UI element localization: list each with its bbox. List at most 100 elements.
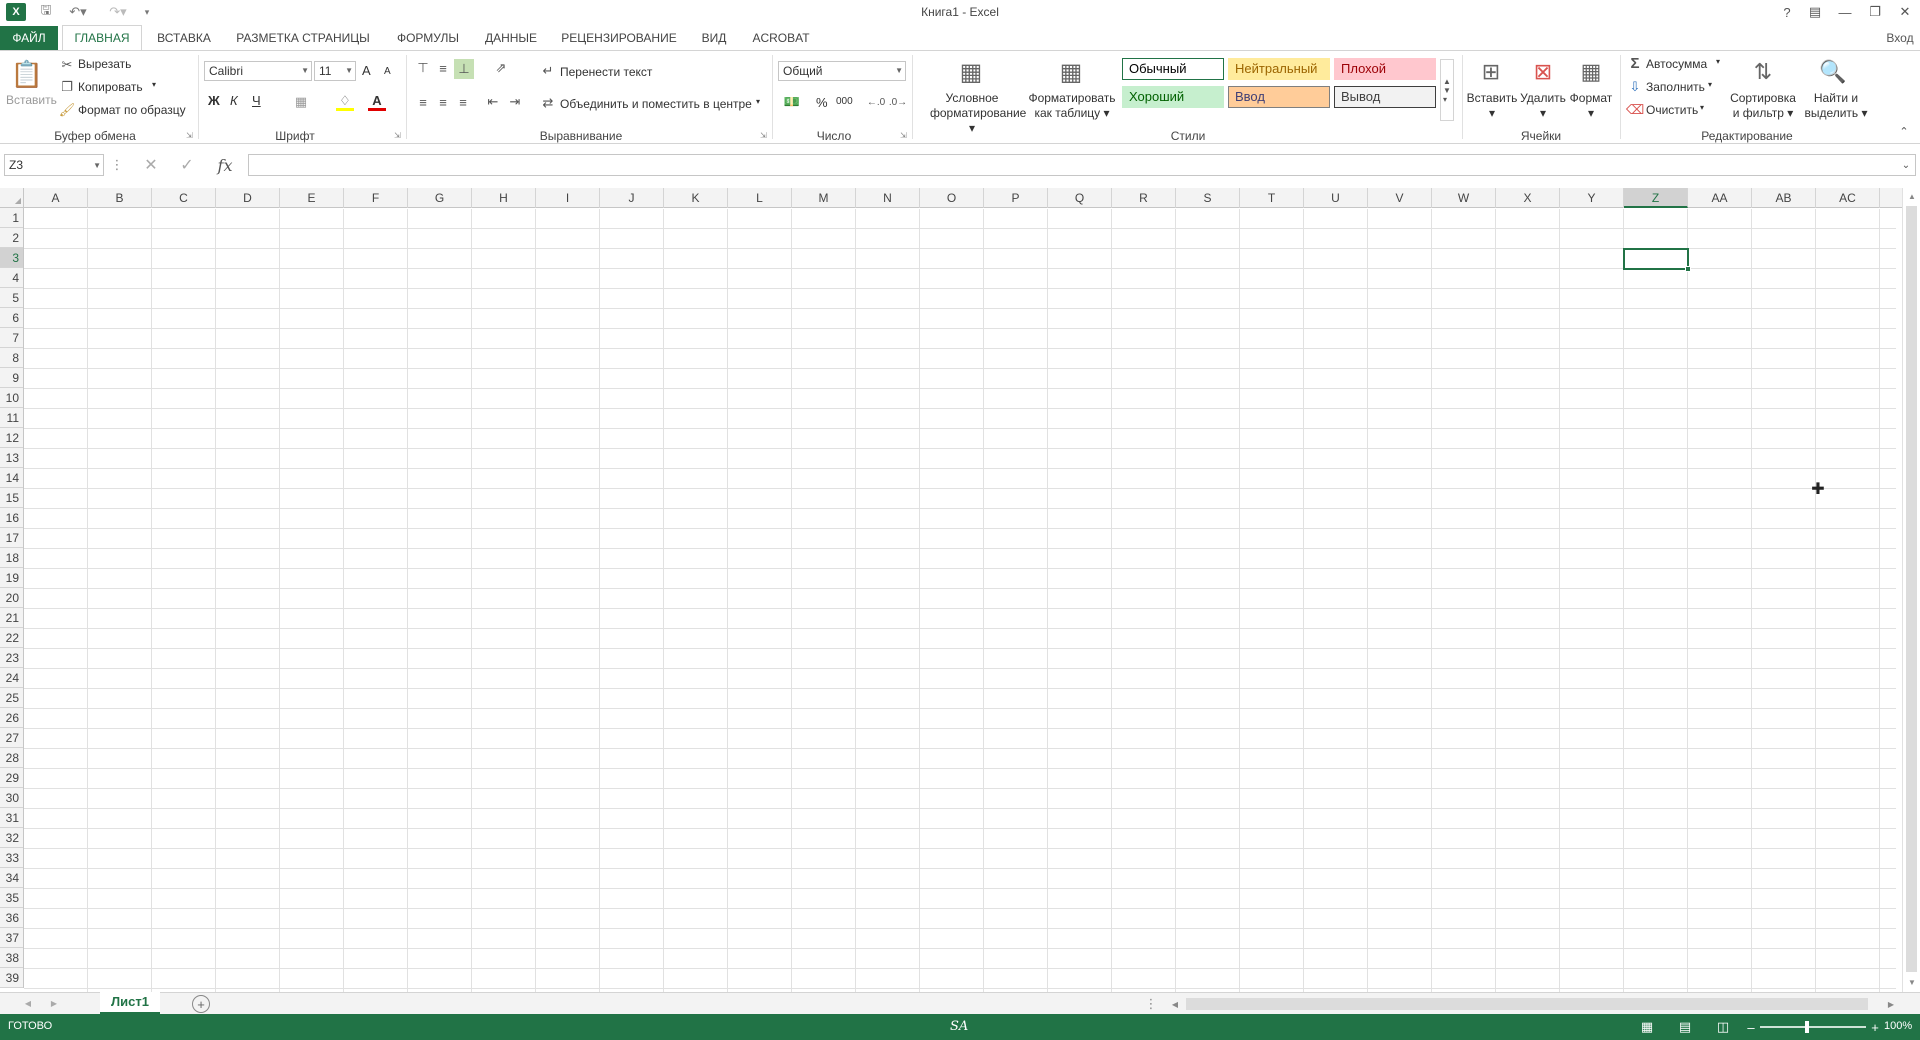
borders-icon[interactable]: ▦ — [292, 93, 310, 111]
vertical-scroll-thumb[interactable] — [1906, 206, 1917, 972]
column-header[interactable]: I — [536, 188, 600, 208]
column-header[interactable]: E — [280, 188, 344, 208]
font-color-icon[interactable]: A — [368, 93, 386, 111]
zoom-level[interactable]: 100% — [1884, 1020, 1912, 1032]
next-sheet-icon[interactable]: ▶ — [48, 996, 60, 1010]
thousands-button[interactable]: 000 — [836, 96, 853, 107]
format-as-table-button[interactable]: Форматировать как таблицу ▾ — [1026, 91, 1118, 121]
align-top-icon[interactable]: ⊤ — [414, 59, 432, 77]
column-header[interactable]: J — [600, 188, 664, 208]
row-header[interactable]: 21 — [0, 608, 23, 628]
sheet-tab-list1[interactable]: Лист1 — [100, 992, 160, 1014]
scroll-left-icon[interactable]: ◀ — [1168, 996, 1182, 1012]
tab-data[interactable]: ДАННЫЕ — [476, 27, 546, 50]
name-box[interactable]: Z3 ▼ — [4, 154, 104, 176]
row-header[interactable]: 16 — [0, 508, 23, 528]
find-select-button[interactable]: Найти и выделить ▾ — [1804, 91, 1868, 121]
scroll-down-icon[interactable]: ▼ — [1905, 976, 1919, 988]
row-header[interactable]: 10 — [0, 388, 23, 408]
row-header[interactable]: 27 — [0, 728, 23, 748]
fill-color-icon[interactable]: ♢ — [336, 93, 354, 111]
italic-button[interactable]: К — [230, 93, 238, 108]
column-header[interactable]: C — [152, 188, 216, 208]
font-launcher-icon[interactable]: ⇲ — [394, 131, 401, 140]
tab-split-grip-icon[interactable]: ⋮ — [1145, 996, 1158, 1012]
column-header[interactable]: Z — [1624, 188, 1688, 208]
merge-dropdown-icon[interactable]: ▾ — [756, 97, 760, 106]
row-header[interactable]: 1 — [0, 208, 23, 228]
cut-button[interactable]: Вырезать — [78, 57, 131, 71]
row-header[interactable]: 29 — [0, 768, 23, 788]
row-header[interactable]: 34 — [0, 868, 23, 888]
alignment-launcher-icon[interactable]: ⇲ — [760, 131, 767, 140]
column-header[interactable]: AB — [1752, 188, 1816, 208]
increase-indent-icon[interactable]: ⇥ — [506, 93, 524, 111]
help-icon[interactable]: ? — [1774, 2, 1800, 22]
row-header[interactable]: 4 — [0, 268, 23, 288]
cell-style-item[interactable]: Ввод — [1228, 86, 1330, 108]
select-all-corner[interactable]: ◢ — [0, 188, 24, 208]
font-size-select[interactable]: 11 ▼ — [314, 61, 356, 81]
fill-dropdown-icon[interactable]: ▾ — [1708, 80, 1712, 89]
scroll-up-icon[interactable]: ▲ — [1905, 190, 1919, 202]
minimize-icon[interactable]: — — [1832, 2, 1858, 22]
orientation-icon[interactable]: ⇗ — [488, 59, 514, 77]
row-header[interactable]: 7 — [0, 328, 23, 348]
row-header[interactable]: 31 — [0, 808, 23, 828]
clipboard-launcher-icon[interactable]: ⇲ — [186, 131, 193, 140]
page-layout-view-icon[interactable]: ▤ — [1676, 1018, 1694, 1036]
column-header[interactable]: Y — [1560, 188, 1624, 208]
align-left-icon[interactable]: ≡ — [414, 93, 432, 111]
fill-handle[interactable] — [1685, 266, 1691, 272]
restore-icon[interactable]: ❐ — [1862, 2, 1888, 22]
ribbon-display-icon[interactable]: ▤ — [1802, 2, 1828, 22]
tab-file[interactable]: ФАЙЛ — [0, 26, 58, 50]
align-center-icon[interactable]: ≡ — [434, 93, 452, 111]
prev-sheet-icon[interactable]: ◀ — [22, 996, 34, 1010]
cell-style-item[interactable]: Вывод — [1334, 86, 1436, 108]
copy-button[interactable]: Копировать — [78, 80, 143, 94]
column-header[interactable]: N — [856, 188, 920, 208]
row-header[interactable]: 28 — [0, 748, 23, 768]
column-header[interactable]: B — [88, 188, 152, 208]
autosum-button[interactable]: Автосумма — [1646, 57, 1707, 71]
row-header[interactable]: 33 — [0, 848, 23, 868]
row-header[interactable]: 18 — [0, 548, 23, 568]
copy-dropdown-icon[interactable]: ▾ — [152, 80, 156, 89]
tab-formulas[interactable]: ФОРМУЛЫ — [390, 27, 466, 50]
decrease-indent-icon[interactable]: ⇤ — [484, 93, 502, 111]
insert-cells-button[interactable]: Вставить ▾ — [1466, 91, 1518, 121]
tab-acrobat[interactable]: ACROBAT — [748, 27, 814, 50]
column-header[interactable]: AA — [1688, 188, 1752, 208]
normal-view-icon[interactable]: ▦ — [1638, 1018, 1656, 1036]
row-header[interactable]: 13 — [0, 448, 23, 468]
row-header[interactable]: 37 — [0, 928, 23, 948]
column-header[interactable]: T — [1240, 188, 1304, 208]
column-header[interactable]: AC — [1816, 188, 1880, 208]
active-cell-selection[interactable] — [1623, 248, 1691, 272]
format-cells-button[interactable]: Формат ▾ — [1566, 91, 1616, 121]
underline-button[interactable]: Ч — [252, 93, 261, 108]
row-header[interactable]: 12 — [0, 428, 23, 448]
number-launcher-icon[interactable]: ⇲ — [900, 131, 907, 140]
row-header[interactable]: 19 — [0, 568, 23, 588]
increase-decimal-icon[interactable]: ←.0 — [866, 93, 886, 111]
scroll-right-icon[interactable]: ▶ — [1884, 996, 1898, 1012]
align-right-icon[interactable]: ≡ — [454, 93, 472, 111]
autosum-dropdown-icon[interactable]: ▾ — [1716, 57, 1720, 66]
column-header[interactable]: D — [216, 188, 280, 208]
row-header[interactable]: 25 — [0, 688, 23, 708]
bold-button[interactable]: Ж — [208, 93, 220, 108]
row-header[interactable]: 6 — [0, 308, 23, 328]
formula-input[interactable] — [248, 154, 1916, 176]
grow-font-button[interactable]: A — [362, 63, 371, 78]
row-header[interactable]: 5 — [0, 288, 23, 308]
expand-formula-bar-icon[interactable]: ⌄ — [1898, 158, 1914, 172]
cell-style-item[interactable]: Плохой — [1334, 58, 1436, 80]
signin-link[interactable]: Вход — [1880, 27, 1920, 50]
row-header[interactable]: 24 — [0, 668, 23, 688]
row-header[interactable]: 2 — [0, 228, 23, 248]
column-header[interactable]: S — [1176, 188, 1240, 208]
align-bottom-icon[interactable]: ⊥ — [454, 59, 474, 79]
column-header[interactable]: G — [408, 188, 472, 208]
